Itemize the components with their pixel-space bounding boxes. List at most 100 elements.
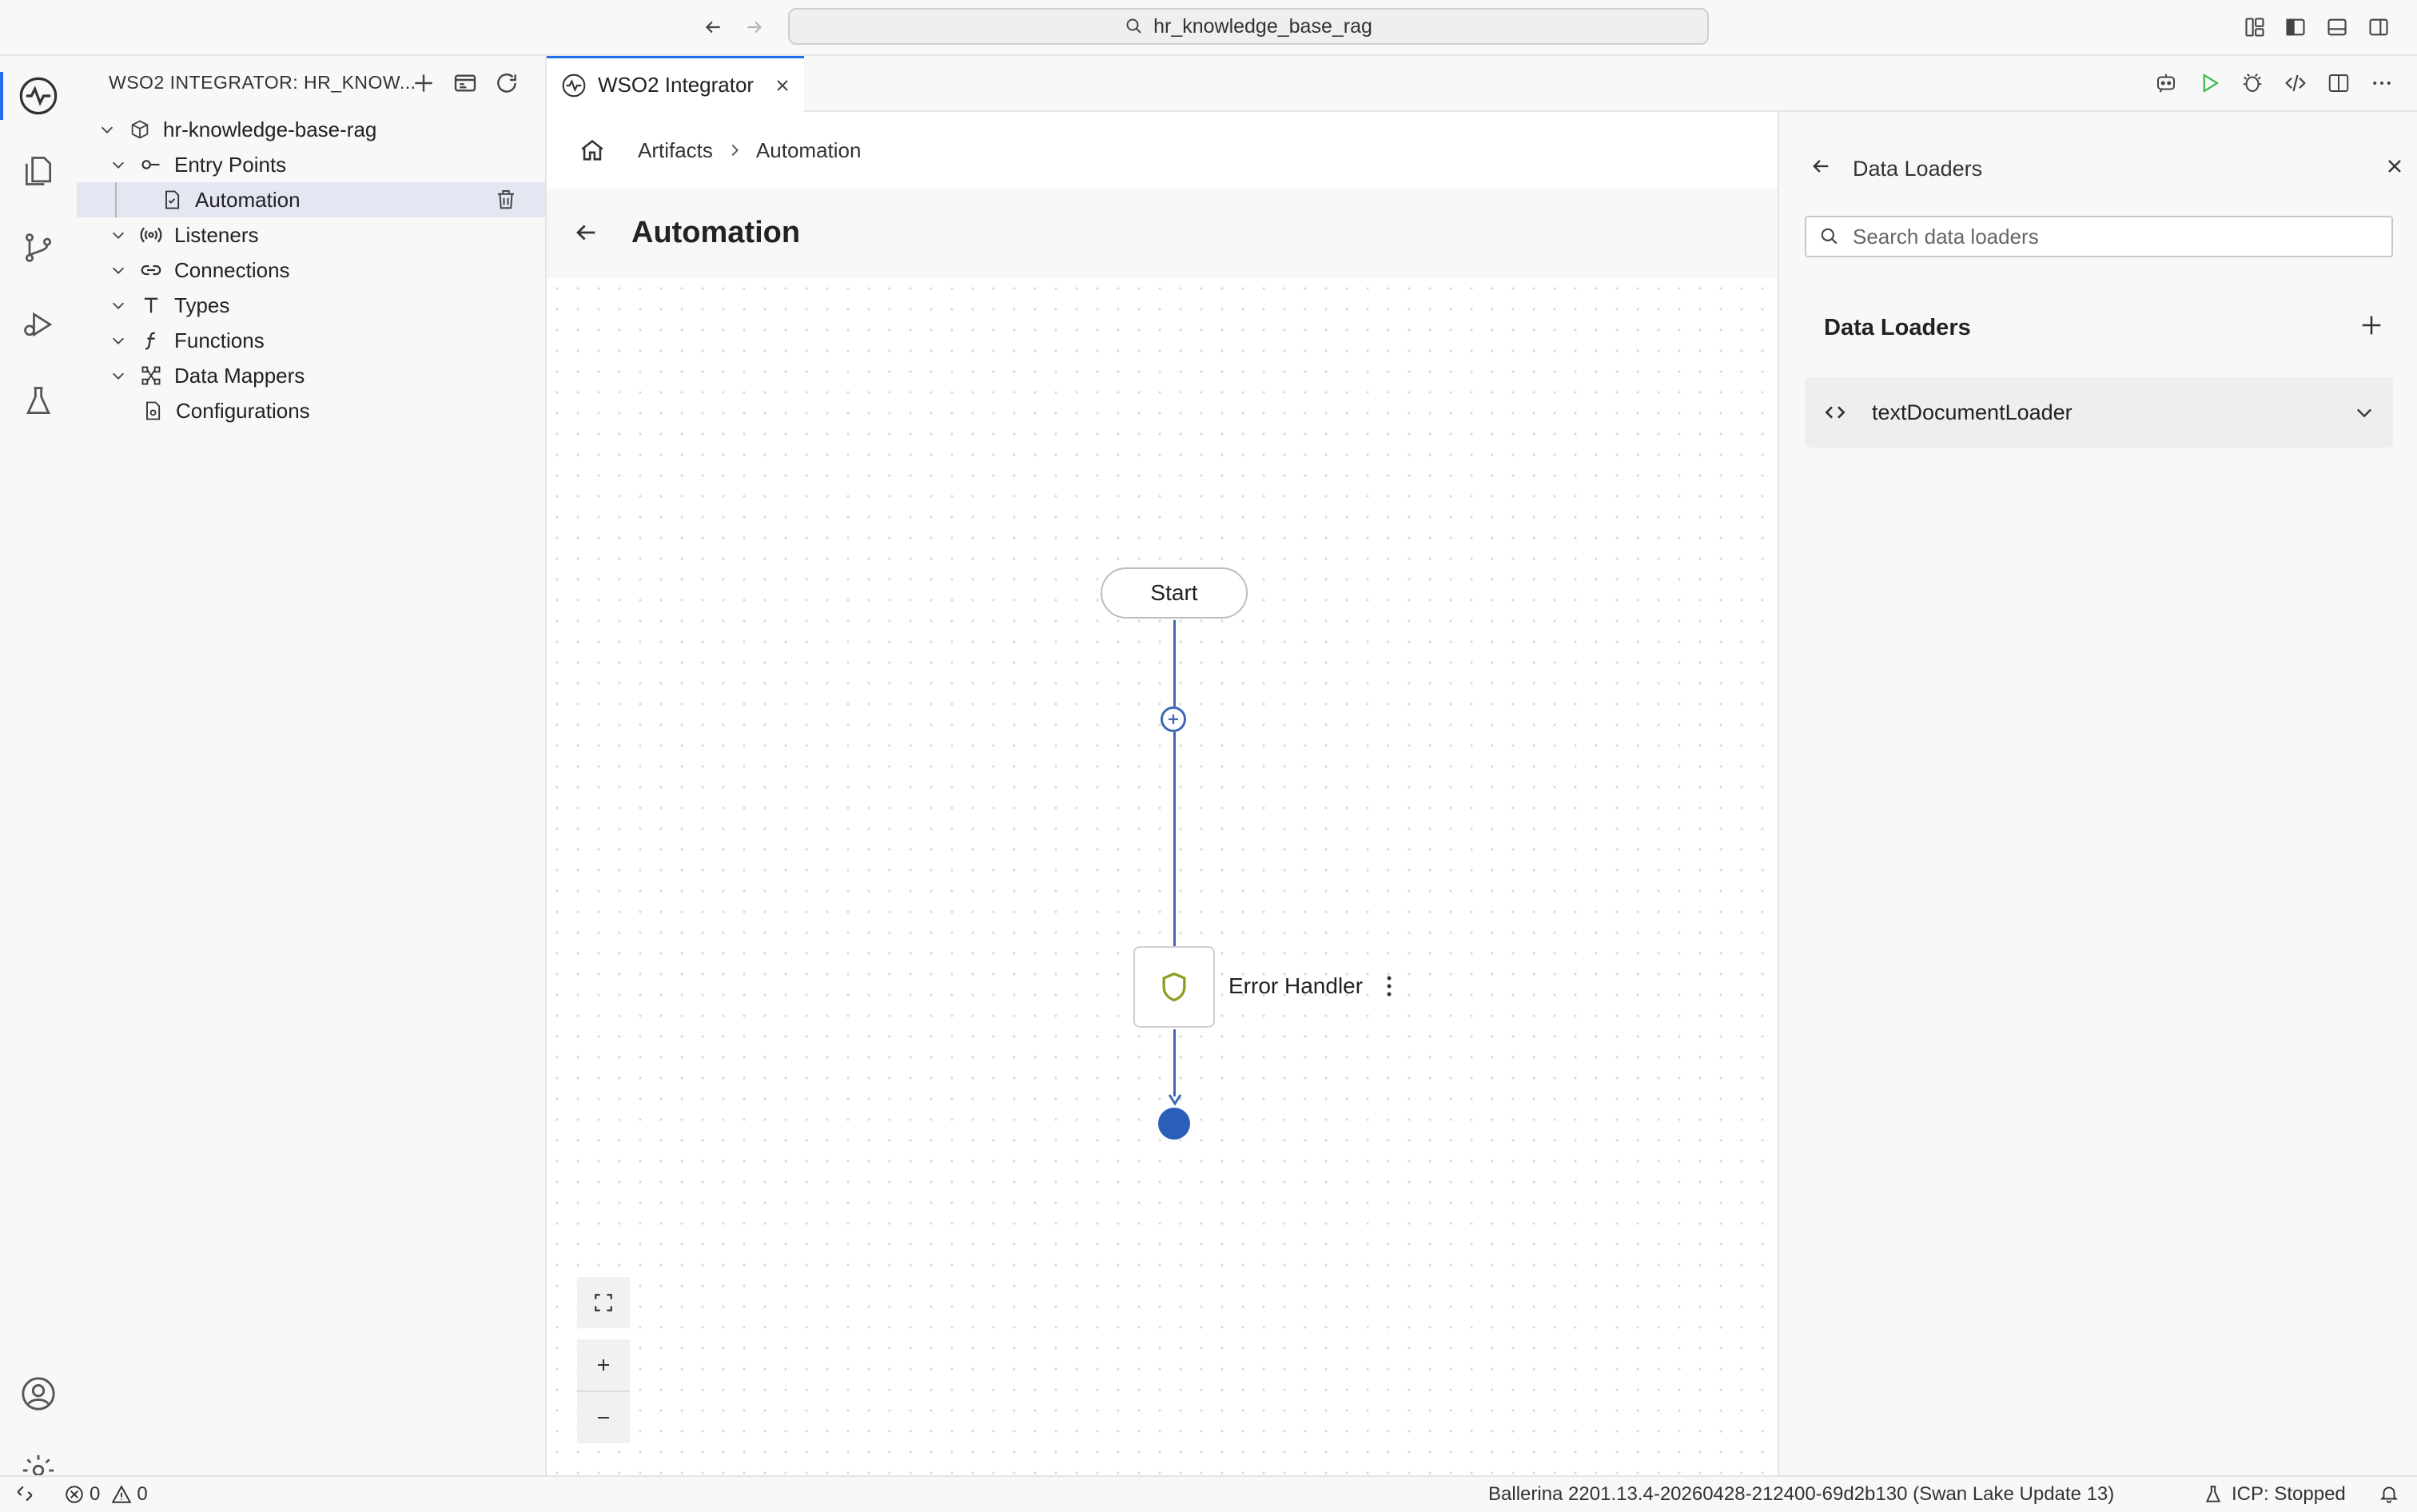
toggle-panel-icon[interactable]	[2321, 11, 2353, 43]
tree-item-listeners[interactable]: Listeners	[77, 217, 545, 253]
warning-icon	[111, 1484, 132, 1505]
account-icon[interactable]	[0, 1359, 77, 1429]
page-title: Automation	[631, 216, 801, 249]
toggle-sidebar-icon[interactable]	[2280, 11, 2311, 43]
tree-item-automation[interactable]: Automation	[77, 182, 545, 217]
run-debug-icon[interactable]	[0, 289, 77, 360]
error-handler-node[interactable]	[1133, 946, 1215, 1028]
testing-flask-icon[interactable]	[0, 366, 77, 436]
tree-item-label: Types	[174, 292, 230, 317]
problems-indicator[interactable]: 0 0	[64, 1483, 148, 1506]
breadcrumb: Artifacts Automation	[547, 112, 1778, 189]
chevron-down-icon	[109, 366, 128, 385]
chevron-down-icon	[109, 261, 128, 280]
command-center-text: hr_knowledge_base_rag	[1153, 14, 1372, 38]
tree-item-label: Data Mappers	[174, 363, 305, 388]
chat-bot-icon[interactable]	[2150, 67, 2182, 99]
section-title: Data Loaders	[1824, 315, 1971, 340]
bell-icon[interactable]	[2379, 1483, 2399, 1504]
start-node[interactable]: Start	[1101, 567, 1248, 619]
search-input[interactable]	[1851, 223, 2366, 250]
chevron-down-icon	[109, 225, 128, 245]
open-view-icon[interactable]	[452, 70, 478, 96]
zoom-out-icon[interactable]	[577, 1392, 630, 1443]
run-icon[interactable]	[2193, 67, 2225, 99]
flow-connector	[1173, 1029, 1176, 1096]
wso2-integrator-icon[interactable]	[0, 61, 77, 131]
function-icon	[139, 328, 163, 352]
link-icon	[139, 258, 163, 282]
arrow-head-icon	[1168, 1094, 1182, 1106]
tree-item-project[interactable]: hr-knowledge-base-rag	[77, 112, 545, 147]
tree-item-label: Configurations	[176, 398, 310, 423]
toggle-secondary-sidebar-icon[interactable]	[2363, 11, 2395, 43]
refresh-icon[interactable]	[494, 70, 520, 96]
tree-item-entry-points[interactable]: Entry Points	[77, 147, 545, 182]
breadcrumb-automation: Automation	[755, 137, 862, 162]
start-label: Start	[1150, 580, 1198, 605]
lab-icon	[2203, 1484, 2224, 1505]
entry-points-icon	[139, 153, 163, 177]
tree-item-data-mappers[interactable]: Data Mappers	[77, 358, 545, 393]
ballerina-version[interactable]: Ballerina 2201.13.4-20260428-212400-69d2…	[1488, 1483, 2114, 1506]
zoom-in-icon[interactable]	[577, 1339, 630, 1391]
forward-arrow-icon[interactable]	[739, 11, 770, 43]
source-control-icon[interactable]	[0, 213, 77, 283]
automation-file-icon	[160, 188, 184, 212]
explorer-icon[interactable]	[0, 136, 77, 206]
customize-layout-icon[interactable]	[2239, 11, 2271, 43]
chevron-down-icon[interactable]	[2353, 401, 2375, 424]
package-icon	[128, 117, 152, 141]
code-icon[interactable]	[2280, 67, 2311, 99]
add-icon[interactable]	[411, 70, 436, 96]
tree-item-types[interactable]: Types	[77, 288, 545, 323]
warning-count: 0	[137, 1483, 148, 1505]
close-icon[interactable]	[2383, 155, 2406, 177]
tree-item-connections[interactable]: Connections	[77, 253, 545, 288]
icp-status[interactable]: ICP: Stopped	[2203, 1483, 2346, 1506]
error-icon	[64, 1484, 85, 1505]
kebab-menu-icon[interactable]	[1381, 972, 1397, 1001]
flow-canvas[interactable]	[547, 112, 1778, 1475]
debug-icon[interactable]	[2236, 67, 2268, 99]
add-node-button[interactable]	[1161, 706, 1186, 732]
command-center-search[interactable]: hr_knowledge_base_rag	[788, 8, 1709, 45]
panel-title: Data Loaders	[1853, 157, 1983, 181]
fit-screen-icon[interactable]	[577, 1277, 630, 1328]
back-arrow-icon[interactable]	[572, 219, 599, 246]
back-arrow-icon[interactable]	[697, 11, 729, 43]
flow-connector	[1173, 620, 1176, 706]
split-editor-icon[interactable]	[2323, 67, 2355, 99]
tab-wso2-integrator[interactable]: WSO2 Integrator	[547, 56, 804, 112]
trash-icon[interactable]	[494, 187, 518, 211]
tree-item-label: Entry Points	[174, 152, 287, 177]
icp-status-label: ICP: Stopped	[2232, 1483, 2346, 1505]
tree-item-label: Connections	[174, 257, 290, 282]
search-data-loaders-input[interactable]	[1805, 216, 2393, 257]
type-icon	[139, 293, 163, 317]
remote-icon[interactable]	[14, 1483, 35, 1504]
tree-item-configurations[interactable]: Configurations	[77, 393, 545, 428]
editor-tab-bar: WSO2 Integrator	[547, 56, 2417, 112]
home-icon[interactable]	[579, 137, 606, 164]
error-handler-label: Error Handler	[1228, 973, 1364, 998]
more-actions-icon[interactable]	[2366, 67, 2398, 99]
back-arrow-icon[interactable]	[1810, 155, 1832, 177]
close-icon[interactable]	[773, 76, 792, 95]
plus-icon	[1166, 712, 1181, 726]
wso2-integrator-icon	[561, 73, 587, 98]
project-label: hr-knowledge-base-rag	[163, 117, 377, 141]
search-icon	[1125, 17, 1144, 36]
sidebar: WSO2 INTEGRATOR: HR_KNOW... hr-knowledge…	[77, 56, 547, 1475]
code-brackets-icon	[1822, 400, 1848, 425]
chevron-right-icon	[726, 141, 743, 159]
data-loader-item[interactable]: textDocumentLoader	[1805, 377, 2393, 448]
breadcrumb-artifacts[interactable]: Artifacts	[638, 138, 713, 163]
activity-bar	[0, 56, 78, 1486]
data-loaders-panel: Data Loaders Data Loaders textDocumentLo…	[1778, 112, 2417, 1475]
tree-item-functions[interactable]: Functions	[77, 323, 545, 358]
shield-icon	[1157, 969, 1192, 1005]
end-node	[1158, 1108, 1190, 1140]
title-bar: hr_knowledge_base_rag	[0, 0, 2417, 56]
add-data-loader-icon[interactable]	[2358, 312, 2385, 339]
